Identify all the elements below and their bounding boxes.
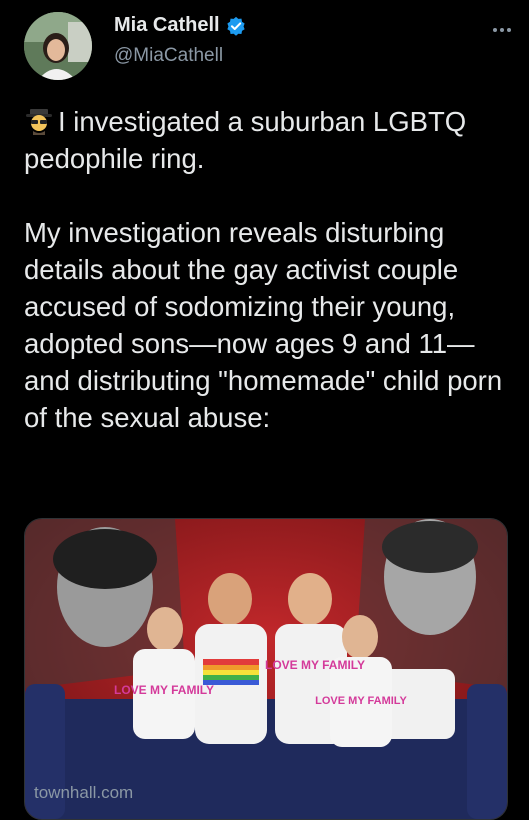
tweet-text: I investigated a suburban LGBTQ pedophil… bbox=[24, 103, 514, 436]
verified-badge-icon bbox=[226, 16, 245, 36]
author-handle[interactable]: @MiaCathell bbox=[114, 45, 223, 67]
avatar[interactable] bbox=[24, 12, 92, 80]
author-name-row: Mia Cathell bbox=[114, 14, 246, 37]
card-shirt-text-2: LOVE MY FAMILY bbox=[265, 658, 365, 672]
detective-spy-icon bbox=[26, 109, 52, 135]
card-shirt-text-3: LOVE MY FAMILY bbox=[315, 695, 407, 707]
author-name[interactable]: Mia Cathell bbox=[114, 14, 220, 37]
more-options-icon[interactable] bbox=[487, 22, 517, 38]
link-card[interactable]: LOVE MY FAMILY LOVE MY FAMILY LOVE MY FA… bbox=[24, 518, 508, 820]
card-shirt-text-1: LOVE MY FAMILY bbox=[114, 683, 214, 697]
tweet-paragraph-2: My investigation reveals disturbing deta… bbox=[24, 217, 510, 433]
card-domain[interactable]: townhall.com bbox=[34, 783, 133, 803]
card-image: LOVE MY FAMILY LOVE MY FAMILY LOVE MY FA… bbox=[25, 519, 507, 819]
tweet-paragraph-1: I investigated a suburban LGBTQ pedophil… bbox=[24, 106, 474, 174]
avatar-photo bbox=[24, 12, 92, 80]
